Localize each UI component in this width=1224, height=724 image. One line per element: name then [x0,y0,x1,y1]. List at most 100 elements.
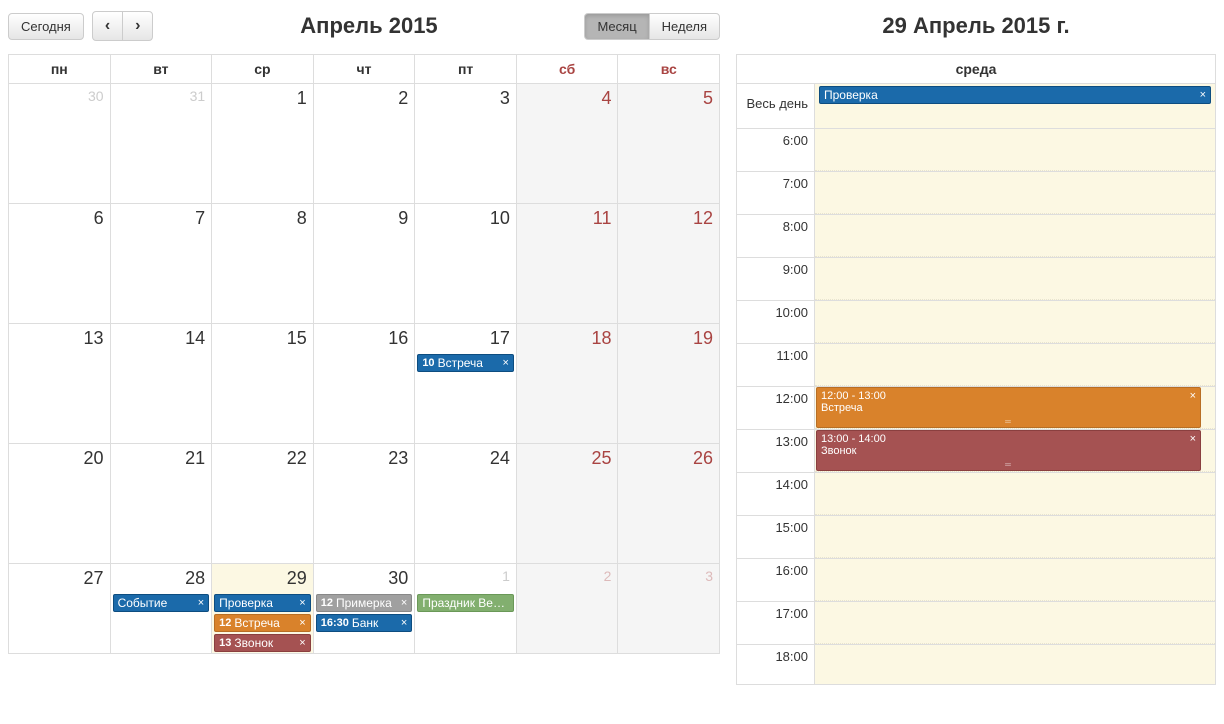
day-number: 7 [195,208,205,229]
calendar-day[interactable]: 4 [516,84,618,203]
day-number: 30 [88,88,104,104]
view-week-button[interactable]: Неделя [649,13,720,40]
calendar-day[interactable]: 3 [414,84,516,203]
calendar-day[interactable]: 21 [110,444,212,563]
day-number: 17 [490,328,510,349]
day-number: 30 [388,568,408,589]
day-number: 18 [591,328,611,349]
hour-slot[interactable] [815,473,1215,515]
timed-event[interactable]: 13:00 - 14:00Звонок×═ [816,430,1201,471]
event-time-range: 12:00 - 13:00 [821,390,1196,402]
calendar-day[interactable]: 6 [9,204,110,323]
dayview-scroll[interactable]: 6:007:008:009:0010:0011:0012:0013:0014:0… [737,129,1215,684]
calendar-event[interactable]: Праздник Весны [417,594,514,612]
day-number: 5 [703,88,713,109]
day-number: 28 [185,568,205,589]
calendar-day[interactable]: 1 [211,84,313,203]
calendar-event[interactable]: 12Встреча× [214,614,311,632]
calendar-day[interactable]: 30 [9,84,110,203]
calendar-day[interactable]: 14 [110,324,212,443]
hour-slot[interactable] [815,645,1215,684]
day-number: 2 [398,88,408,109]
calendar-day[interactable]: 1Праздник Весны [414,564,516,653]
view-month-button[interactable]: Месяц [584,13,649,40]
calendar-day[interactable]: 30 12Примерка× 16:30Банк× [313,564,415,653]
allday-event[interactable]: Проверка× [819,86,1211,104]
hour-slot[interactable] [815,129,1215,171]
calendar-event[interactable]: 12Примерка× [316,594,413,612]
calendar-day[interactable]: 25 [516,444,618,563]
calendar-day[interactable]: 29Проверка×12Встреча×13Звонок× [211,564,313,653]
calendar-day[interactable]: 20 [9,444,110,563]
day-number: 14 [185,328,205,349]
calendar-day[interactable]: 28 Событие× [110,564,212,653]
day-number: 15 [287,328,307,349]
calendar-event[interactable]: 16:30Банк× [316,614,413,632]
day-number: 21 [185,448,205,469]
hour-slot[interactable] [815,602,1215,644]
calendar-day[interactable]: 9 [313,204,415,323]
today-button[interactable]: Сегодня [8,13,84,40]
day-number: 26 [693,448,713,469]
calendar-day[interactable]: 26 [617,444,719,563]
hour-slot[interactable] [815,344,1215,386]
dow-header: сб [516,55,618,83]
calendar-day[interactable]: 27 [9,564,110,653]
calendar-day[interactable]: 5 [617,84,719,203]
calendar-day[interactable]: 18 [516,324,618,443]
dow-header: пт [414,55,516,83]
calendar-day[interactable]: 24 [414,444,516,563]
calendar-day[interactable]: 2 [516,564,618,653]
hour-slot[interactable] [815,516,1215,558]
hour-slot[interactable] [815,559,1215,601]
calendar-day[interactable]: 23 [313,444,415,563]
resize-handle-icon[interactable]: ═ [1005,460,1012,469]
calendar-day[interactable]: 11 [516,204,618,323]
event-title: Событие [118,596,195,610]
dayview-dow-header: среда [737,55,1215,84]
calendar-day[interactable]: 31 [110,84,212,203]
close-icon[interactable]: × [198,597,204,609]
close-icon[interactable]: × [299,597,305,609]
calendar-day[interactable]: 13 [9,324,110,443]
calendar-day[interactable]: 7 [110,204,212,323]
day-view: среда Весь день Проверка× 6:007:008:009:… [736,54,1216,685]
calendar-event[interactable]: Проверка× [214,594,311,612]
event-title: Примерка [336,596,398,610]
close-icon[interactable]: × [502,357,508,369]
close-icon[interactable]: × [299,637,305,649]
close-icon[interactable]: × [1190,433,1196,445]
calendar-day[interactable]: 12 [617,204,719,323]
hour-slot[interactable] [815,215,1215,257]
close-icon[interactable]: × [401,617,407,629]
next-button[interactable]: › [122,11,153,41]
calendar-day[interactable]: 10 [414,204,516,323]
calendar-day[interactable]: 17 10Встреча× [414,324,516,443]
hour-slot[interactable] [815,301,1215,343]
calendar-event[interactable]: 13Звонок× [214,634,311,652]
calendar-day[interactable]: 3 [617,564,719,653]
hour-slot[interactable] [815,172,1215,214]
calendar-day[interactable]: 8 [211,204,313,323]
close-icon[interactable]: × [1190,390,1196,402]
resize-handle-icon[interactable]: ═ [1005,417,1012,426]
day-number: 27 [84,568,104,589]
close-icon[interactable]: × [1200,89,1206,101]
calendar-day[interactable]: 16 [313,324,415,443]
hour-label: 18:00 [737,645,815,684]
close-icon[interactable]: × [401,597,407,609]
event-time: 16:30 [321,617,349,629]
close-icon[interactable]: × [299,617,305,629]
calendar-event[interactable]: Событие× [113,594,210,612]
prev-button[interactable]: ‹ [92,11,123,41]
allday-body[interactable]: Проверка× [815,84,1215,128]
calendar-day[interactable]: 15 [211,324,313,443]
event-title: Встреча [821,402,1196,414]
calendar-day[interactable]: 2 [313,84,415,203]
calendar-day[interactable]: 19 [617,324,719,443]
event-title: Звонок [234,636,296,650]
timed-event[interactable]: 12:00 - 13:00Встреча× ═ [816,387,1201,428]
calendar-event[interactable]: 10Встреча× [417,354,514,372]
hour-slot[interactable] [815,258,1215,300]
calendar-day[interactable]: 22 [211,444,313,563]
